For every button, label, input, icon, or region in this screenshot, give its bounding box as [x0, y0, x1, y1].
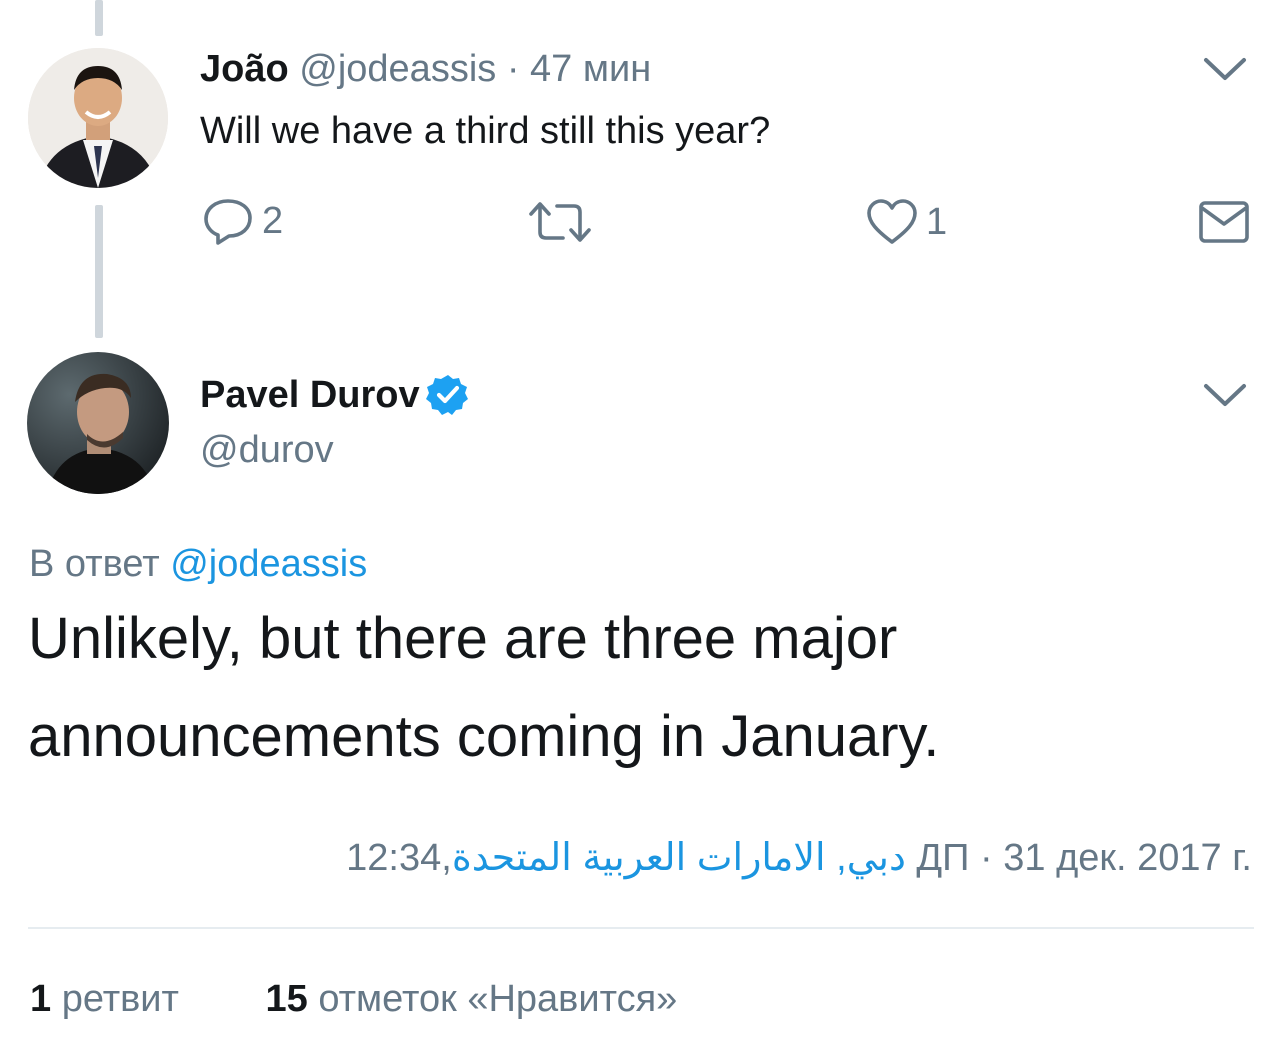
verified-badge-icon	[425, 375, 468, 415]
likes-stat[interactable]: 15 отметок «Нравится»	[266, 978, 678, 1020]
tweet-stats: 1 ретвит 15 отметок «Нравится»	[30, 976, 677, 1022]
retweets-label: ретвит	[61, 978, 179, 1020]
avatar-joao	[28, 48, 168, 188]
separator-dot: ·	[506, 48, 520, 90]
like-button[interactable]: 1	[866, 198, 947, 246]
chevron-down-icon[interactable]	[1202, 380, 1248, 415]
author-name[interactable]: João	[200, 48, 289, 90]
author-name[interactable]: Pavel Durov	[200, 372, 470, 418]
reply-button[interactable]: 2	[202, 196, 283, 246]
author-handle[interactable]: @jodeassis	[299, 48, 496, 90]
thread-line-top	[95, 0, 103, 36]
tweet-header: João @jodeassis · 47 мин	[200, 46, 651, 92]
tweet-meta: دبي, الامارات العربية المتحدة,12:34 ДП ·…	[346, 835, 1252, 881]
reply-context: В ответ @jodeassis	[29, 541, 367, 587]
author-handle[interactable]: @durov	[200, 427, 334, 473]
retweet-icon	[529, 202, 591, 242]
likes-count: 15	[265, 978, 308, 1020]
chevron-down-icon[interactable]	[1202, 54, 1248, 89]
author-name-text: Pavel Durov	[200, 374, 420, 416]
tweet-text-line: announcements coming in January.	[28, 704, 940, 769]
tweet-text: Will we have a third still this year?	[200, 110, 771, 152]
reply-count: 2	[262, 199, 284, 242]
retweet-button[interactable]	[527, 200, 593, 244]
likes-label: отметок «Нравится»	[318, 978, 678, 1020]
divider	[28, 927, 1254, 929]
avatar[interactable]	[28, 48, 168, 188]
like-count: 1	[926, 200, 948, 243]
message-button[interactable]	[1198, 198, 1250, 246]
reply-context-prefix: В ответ	[29, 543, 160, 585]
tweet-location[interactable]: دبي, الامارات العربية المتحدة	[452, 837, 906, 879]
retweets-count: 1	[30, 978, 52, 1020]
message-icon	[1199, 201, 1249, 243]
reply-to-link[interactable]: @jodeassis	[170, 543, 367, 585]
thread-line-bottom	[95, 205, 103, 338]
retweets-stat[interactable]: 1 ретвит	[30, 978, 190, 1020]
tweet-time[interactable]: 47 мин	[530, 48, 651, 90]
like-icon	[867, 199, 917, 244]
tweet-text-line: Unlikely, but there are three major	[28, 606, 898, 671]
reply-icon	[204, 199, 252, 245]
avatar-durov	[27, 352, 169, 494]
avatar[interactable]	[27, 352, 169, 494]
